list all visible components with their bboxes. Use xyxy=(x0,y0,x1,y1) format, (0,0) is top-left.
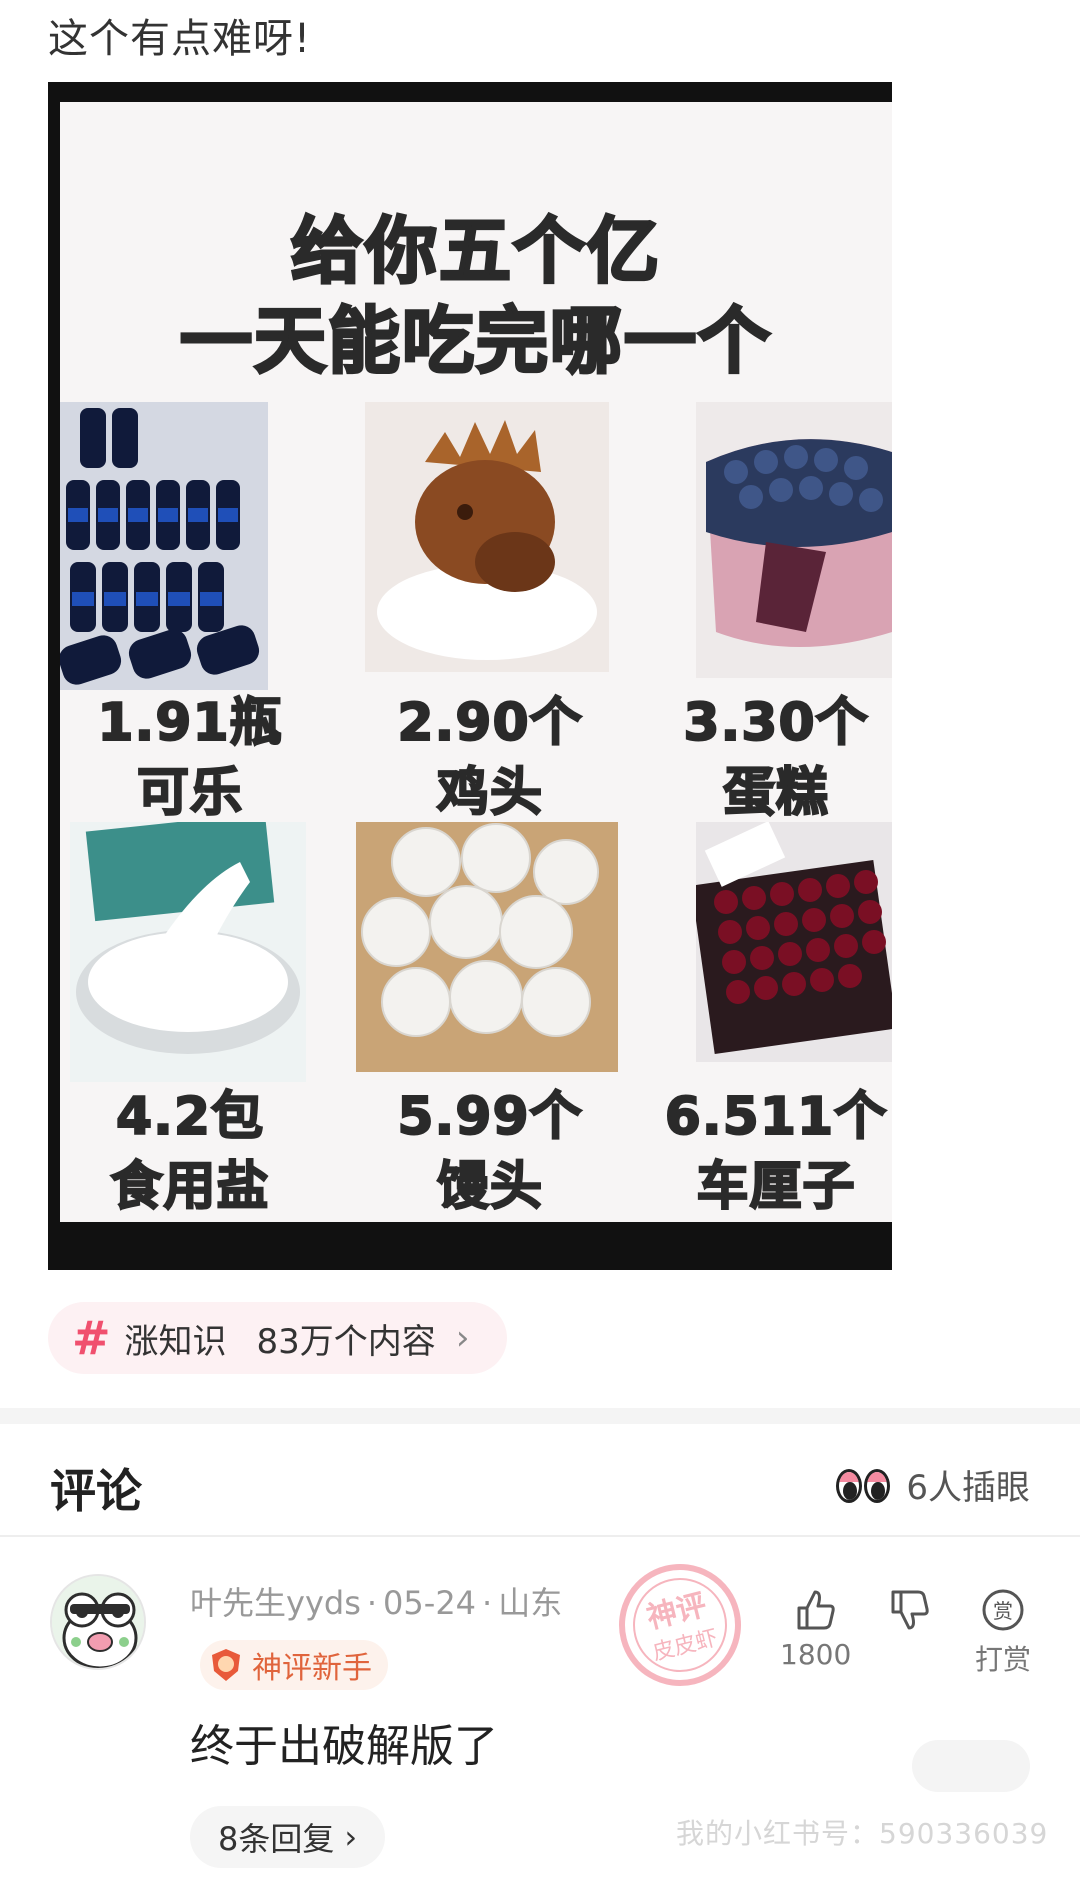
item-label-chicken-head: 2.90个 鸡头 xyxy=(360,688,620,828)
item-label-cola: 1.91瓶 可乐 xyxy=(60,688,320,828)
dislike-button[interactable] xyxy=(884,1588,934,1636)
watchers-count[interactable]: 6人插眼 xyxy=(836,1460,1030,1509)
like-count: 1800 xyxy=(780,1638,852,1671)
tip-button[interactable]: 赏 打赏 xyxy=(972,1588,1034,1678)
topic-tag[interactable]: # 涨知识 83万个内容 › xyxy=(48,1302,508,1374)
item-amount: 5.99个 xyxy=(396,1086,583,1148)
like-button[interactable]: 1800 xyxy=(780,1588,852,1671)
avatar[interactable] xyxy=(50,1574,146,1670)
cherry-photo xyxy=(696,822,892,1062)
item-name: 可乐 xyxy=(136,762,243,824)
hashtag-icon: # xyxy=(72,1311,111,1365)
comment-date: 05-24 xyxy=(383,1584,477,1622)
buns-photo xyxy=(356,822,618,1072)
medal-icon xyxy=(212,1649,240,1681)
watermark-chip xyxy=(912,1740,1030,1792)
watchers-label: 6人插眼 xyxy=(906,1468,1030,1508)
item-amount: 3.30个 xyxy=(682,692,869,754)
comment-text: 终于出破解版了 xyxy=(190,1721,498,1772)
tip-label: 打赏 xyxy=(974,1643,1031,1676)
topic-count: 83万个内容 xyxy=(256,1321,436,1362)
chicken-head-photo xyxy=(365,402,609,672)
user-badge: 神评新手 xyxy=(200,1640,388,1690)
eyes-icon xyxy=(836,1465,894,1505)
thumbs-up-icon xyxy=(797,1590,835,1630)
replies-label: 8条回复 xyxy=(218,1820,335,1858)
section-divider xyxy=(0,1408,1080,1424)
badge-label: 神评新手 xyxy=(252,1651,372,1686)
meme-title-line2: 一天能吃完哪一个 xyxy=(178,298,772,385)
watermark-text: 我的小红书号：590336039 xyxy=(676,1817,1049,1850)
item-name: 鸡头 xyxy=(436,762,543,824)
item-name: 食用盐 xyxy=(109,1156,270,1218)
item-amount: 1.91瓶 xyxy=(96,692,283,754)
comments-title: 评论 xyxy=(50,1464,142,1518)
comment-username[interactable]: 叶先生yyds xyxy=(190,1584,361,1622)
comment-location: 山东 xyxy=(498,1584,563,1622)
tip-icon-char: 赏 xyxy=(993,1599,1013,1623)
meme-image[interactable]: 给你五个亿 一天能吃完哪一个 1.91瓶 可乐 2.90个 鸡头 3.30个 蛋… xyxy=(48,82,892,1270)
thumbs-down-icon xyxy=(891,1590,929,1630)
item-label-cake: 3.30个 蛋糕 xyxy=(660,688,892,828)
item-name: 馒头 xyxy=(436,1156,543,1218)
item-amount: 6.511个 xyxy=(664,1086,888,1148)
item-label-cherries: 6.511个 车厘子 xyxy=(660,1082,892,1222)
topic-name: 涨知识 xyxy=(124,1321,227,1362)
cola-photo xyxy=(60,402,268,690)
tip-icon: 赏 xyxy=(982,1589,1024,1631)
cake-photo xyxy=(696,402,892,678)
item-label-buns: 5.99个 馒头 xyxy=(360,1082,620,1222)
stamp-watermark: 神评 皮皮虾 xyxy=(600,1555,760,1695)
item-label-salt: 4.2包 食用盐 xyxy=(60,1082,320,1222)
item-amount: 2.90个 xyxy=(396,692,583,754)
divider xyxy=(0,1535,1080,1537)
item-name: 车厘子 xyxy=(695,1156,856,1218)
chevron-right-icon: › xyxy=(344,1818,358,1856)
chevron-right-icon: › xyxy=(455,1318,470,1358)
item-amount: 4.2包 xyxy=(115,1086,265,1148)
item-name: 蛋糕 xyxy=(722,762,829,824)
salt-photo xyxy=(70,822,306,1082)
replies-button[interactable]: 8条回复 › xyxy=(190,1806,386,1868)
comment-meta: 叶先生yyds · 05-24 · 山东 xyxy=(190,1584,563,1622)
post-text: 这个有点难呀! xyxy=(48,16,312,62)
